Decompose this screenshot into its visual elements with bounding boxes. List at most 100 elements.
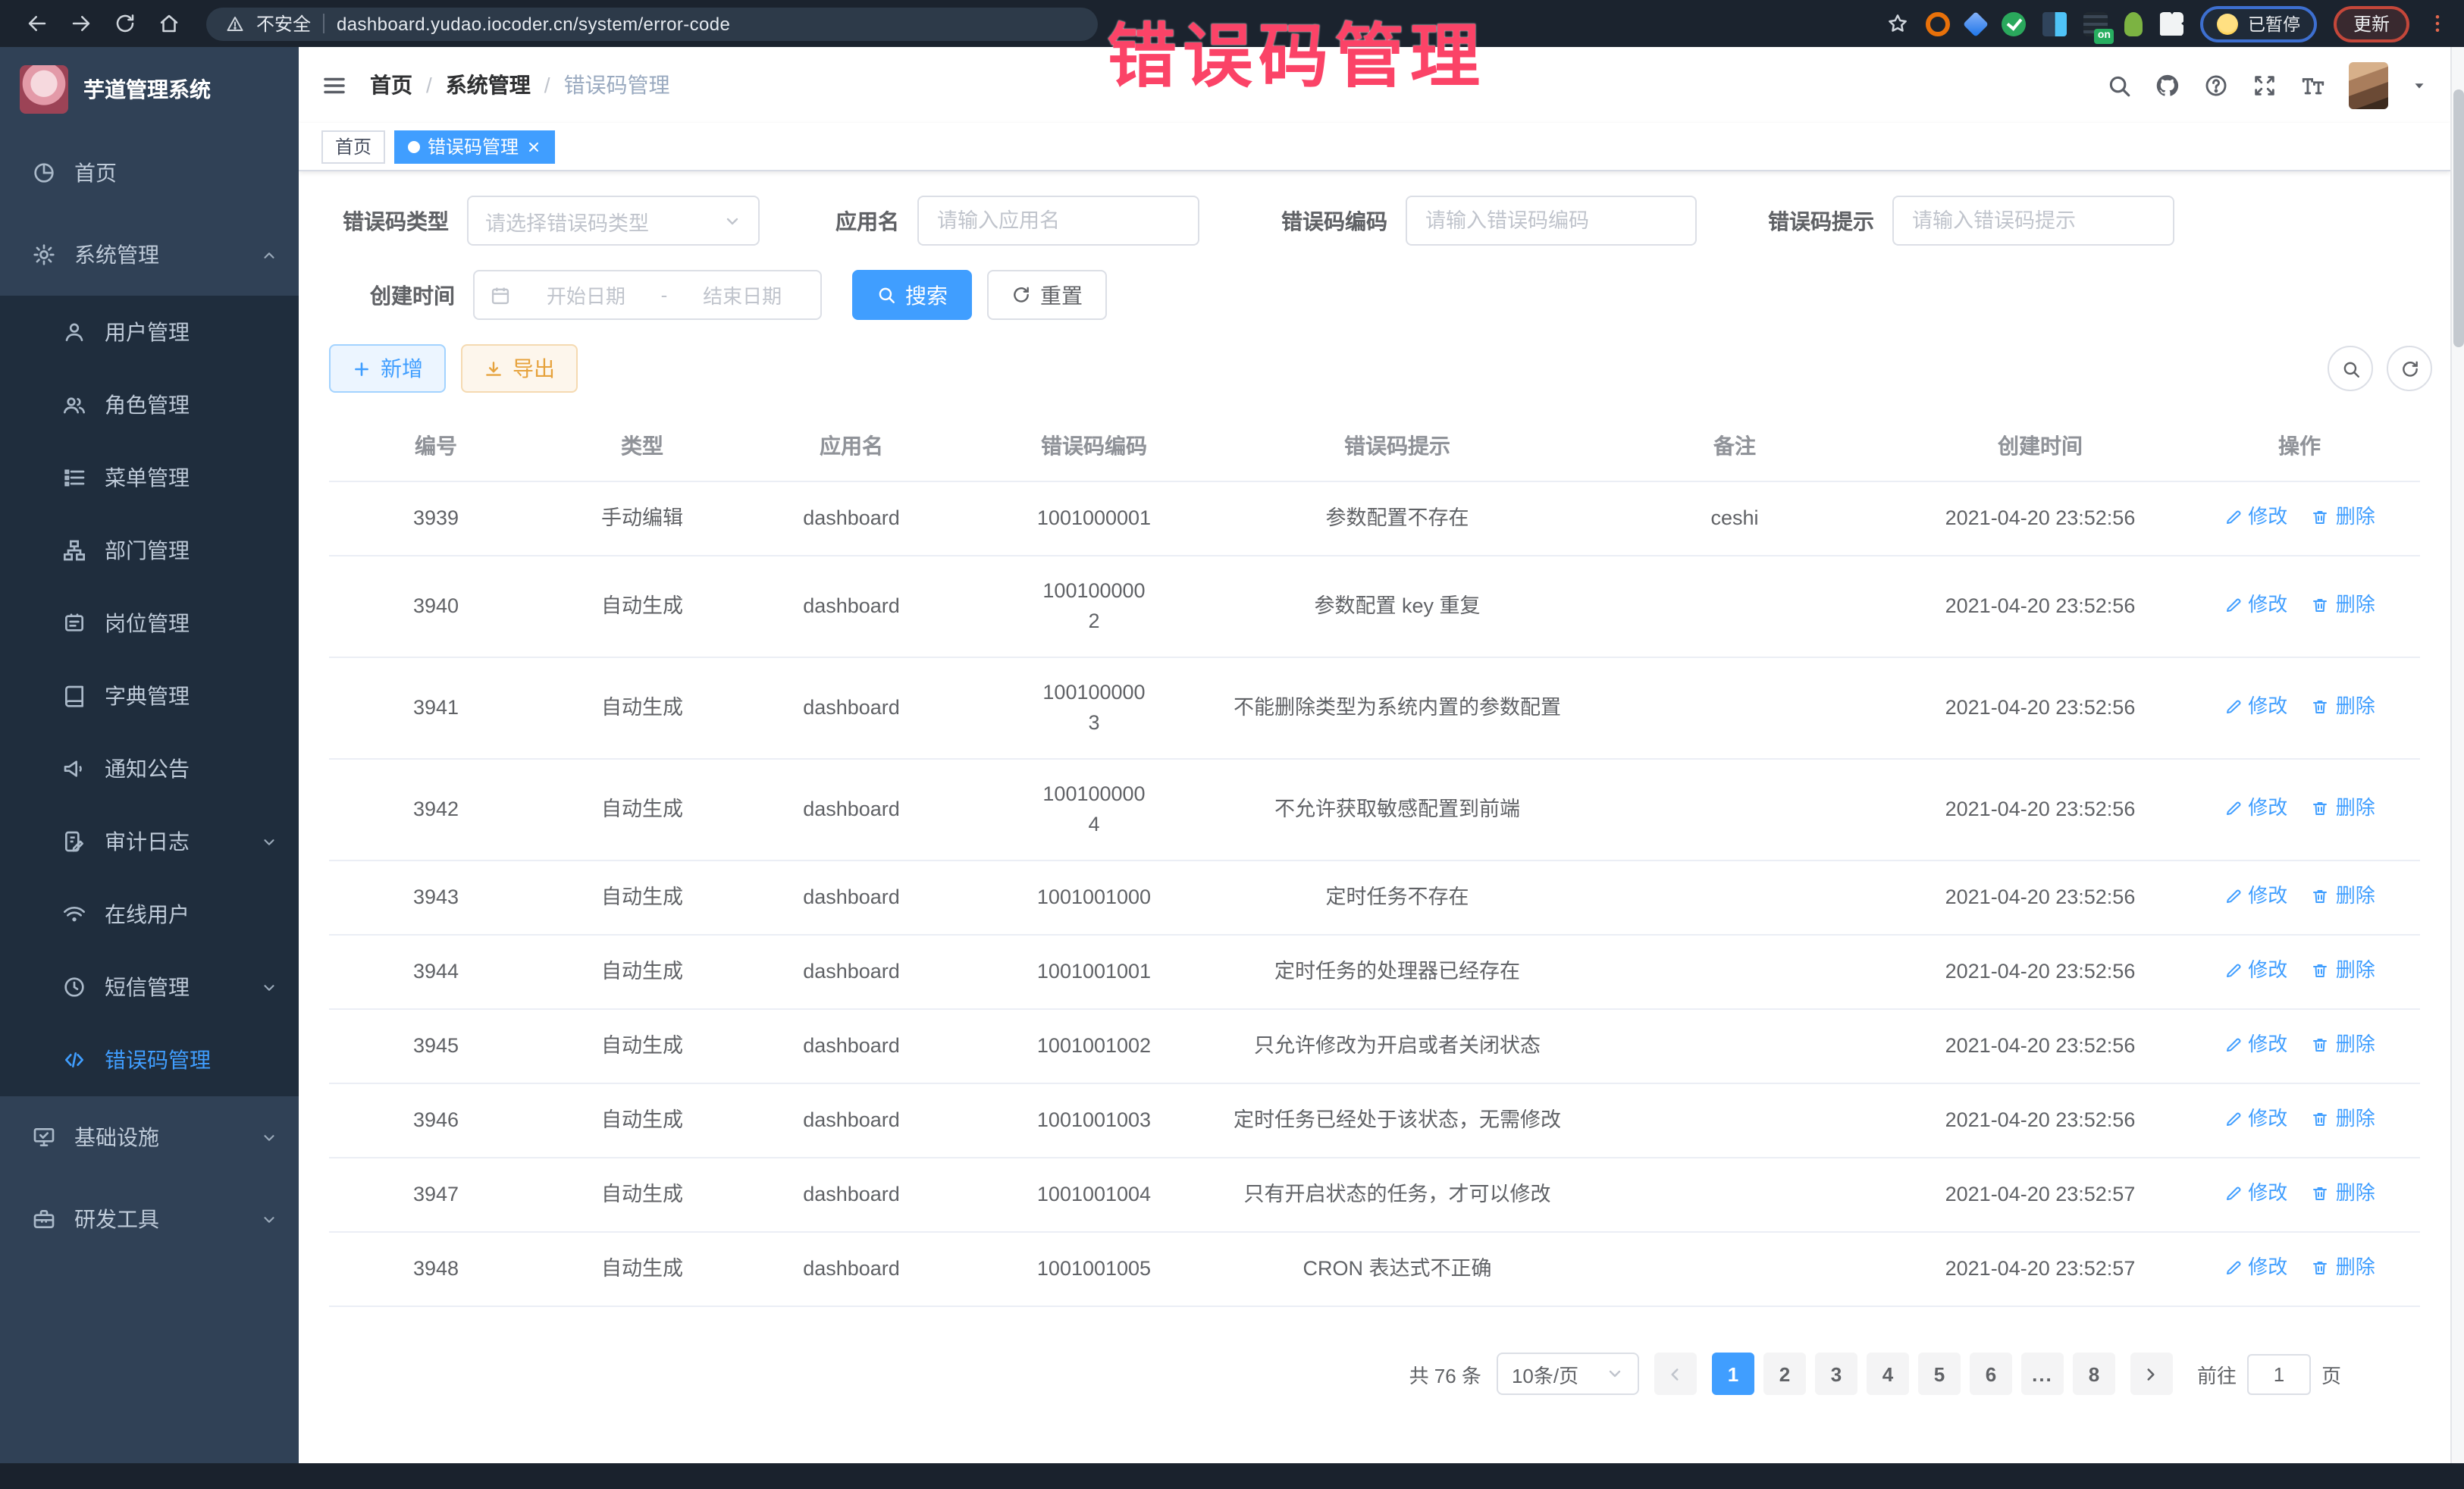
sidebar-item-label: 首页 xyxy=(74,158,117,188)
profile-paused-badge[interactable]: 已暂停 xyxy=(2201,5,2317,42)
browser-scrollbar[interactable] xyxy=(2450,47,2464,1463)
goto-page-input[interactable] xyxy=(2247,1353,2311,1394)
chevron-icon xyxy=(261,833,277,850)
edit-link[interactable]: 修改 xyxy=(2224,1104,2287,1134)
sidebar-item-sms[interactable]: 短信管理 xyxy=(0,951,299,1023)
table-header-cell: 应用名 xyxy=(741,411,961,481)
sidebar-item-post[interactable]: 岗位管理 xyxy=(0,587,299,660)
cell-created-time: 2021-04-20 23:52:56 xyxy=(1901,860,2179,935)
delete-link[interactable]: 删除 xyxy=(2312,691,2375,722)
bookmark-star-icon[interactable] xyxy=(1887,12,1910,35)
font-size-icon[interactable] xyxy=(2300,72,2326,98)
edit-link[interactable]: 修改 xyxy=(2224,955,2287,986)
error-hint-input[interactable] xyxy=(1892,196,2174,246)
browser-update-button[interactable]: 更新 xyxy=(2334,5,2409,42)
browser-menu-icon[interactable] xyxy=(2426,12,2449,35)
reset-button[interactable]: 重置 xyxy=(987,270,1107,320)
browser-back-icon[interactable] xyxy=(26,12,49,35)
edit-link[interactable]: 修改 xyxy=(2224,793,2287,823)
sidebar-item-department[interactable]: 部门管理 xyxy=(0,514,299,587)
extension-switch-icon[interactable]: on xyxy=(2084,11,2108,36)
sidebar-item-dictionary[interactable]: 字典管理 xyxy=(0,660,299,732)
error-type-select[interactable]: 请选择错误码类型 xyxy=(467,196,760,246)
delete-link[interactable]: 删除 xyxy=(2312,881,2375,911)
page-number-button[interactable]: 4 xyxy=(1867,1353,1909,1395)
cell-remark xyxy=(1568,860,1901,935)
page-size-select[interactable]: 10条/页 xyxy=(1497,1353,1639,1395)
app-name-input[interactable] xyxy=(917,196,1199,246)
github-icon[interactable] xyxy=(2155,72,2180,98)
tag[interactable]: 错误码管理 xyxy=(394,130,555,163)
edit-link[interactable]: 修改 xyxy=(2224,590,2287,620)
page-number-button[interactable]: 2 xyxy=(1763,1353,1806,1395)
delete-link[interactable]: 删除 xyxy=(2312,1252,2375,1283)
next-page-button[interactable] xyxy=(2130,1353,2173,1395)
delete-link[interactable]: 删除 xyxy=(2312,1104,2375,1134)
search-button[interactable]: 搜索 xyxy=(852,270,972,320)
page-number-button[interactable]: 5 xyxy=(1918,1353,1961,1395)
delete-link[interactable]: 删除 xyxy=(2312,590,2375,620)
sidebar-item-announcement[interactable]: 通知公告 xyxy=(0,732,299,805)
fullscreen-icon[interactable] xyxy=(2252,72,2277,98)
address-bar[interactable]: 不安全 dashboard.yudao.iocoder.cn/system/er… xyxy=(206,7,1098,40)
help-icon[interactable] xyxy=(2203,72,2229,98)
sidebar-item-infrastructure[interactable]: 基础设施 xyxy=(0,1096,299,1178)
page-number-button[interactable]: 3 xyxy=(1815,1353,1857,1395)
extension-orange-icon[interactable] xyxy=(1926,11,1951,36)
not-secure-warning-icon xyxy=(226,14,244,33)
export-button[interactable]: 导出 xyxy=(461,344,578,393)
tag[interactable]: 首页 xyxy=(321,130,385,163)
edit-link[interactable]: 修改 xyxy=(2224,502,2287,532)
sidebar-item-label: 错误码管理 xyxy=(105,1045,211,1075)
browser-home-icon[interactable] xyxy=(158,12,180,35)
add-button[interactable]: 新增 xyxy=(329,344,446,393)
breadcrumb-home[interactable]: 首页 xyxy=(370,70,412,100)
page-number-button[interactable]: 8 xyxy=(2073,1353,2115,1395)
delete-link[interactable]: 删除 xyxy=(2312,793,2375,823)
edit-link[interactable]: 修改 xyxy=(2224,1252,2287,1283)
sidebar-item-label: 在线用户 xyxy=(105,899,190,929)
error-code-input[interactable] xyxy=(1406,196,1697,246)
page-number-button[interactable]: 1 xyxy=(1712,1353,1754,1395)
extension-green-icon[interactable] xyxy=(2002,11,2027,36)
extension-gem-icon[interactable] xyxy=(1964,11,1989,36)
sidebar-item-role[interactable]: 角色管理 xyxy=(0,368,299,441)
prev-page-button[interactable] xyxy=(1654,1353,1697,1395)
sidebar-item-gear[interactable]: 系统管理 xyxy=(0,214,299,296)
user-avatar[interactable] xyxy=(2349,61,2388,108)
scrollbar-thumb[interactable] xyxy=(2453,89,2464,347)
extensions-puzzle-icon[interactable] xyxy=(2160,11,2184,36)
browser-forward-icon[interactable] xyxy=(70,12,92,35)
chevron-icon xyxy=(261,979,277,995)
edit-pencil-icon xyxy=(2224,799,2242,817)
breadcrumb-system[interactable]: 系统管理 xyxy=(446,70,531,100)
sidebar-item-user[interactable]: 用户管理 xyxy=(0,296,299,368)
edit-link[interactable]: 修改 xyxy=(2224,1178,2287,1208)
tag-close-icon[interactable] xyxy=(526,139,541,154)
sidebar-item-error-code[interactable]: 错误码管理 xyxy=(0,1023,299,1096)
sidebar-item-dashboard[interactable]: 首页 xyxy=(0,132,299,214)
refresh-table-button[interactable] xyxy=(2387,346,2432,391)
extension-key-icon[interactable] xyxy=(2125,11,2143,36)
date-range-picker[interactable]: 开始日期 - 结束日期 xyxy=(473,270,822,320)
toggle-search-button[interactable] xyxy=(2328,346,2373,391)
delete-link[interactable]: 删除 xyxy=(2312,1030,2375,1060)
cell-error-hint: 参数配置不存在 xyxy=(1227,481,1568,556)
delete-link[interactable]: 删除 xyxy=(2312,1178,2375,1208)
edit-link[interactable]: 修改 xyxy=(2224,881,2287,911)
search-icon[interactable] xyxy=(2106,72,2132,98)
browser-reload-icon[interactable] xyxy=(114,12,136,35)
page-number-button[interactable]: 6 xyxy=(1970,1353,2012,1395)
sidebar-item-online-users[interactable]: 在线用户 xyxy=(0,878,299,951)
hamburger-icon[interactable] xyxy=(321,72,347,98)
sidebar-item-audit-log[interactable]: 审计日志 xyxy=(0,805,299,878)
more-pages-button[interactable]: ... xyxy=(2021,1353,2064,1395)
edit-link[interactable]: 修改 xyxy=(2224,691,2287,722)
sidebar-item-menu[interactable]: 菜单管理 xyxy=(0,441,299,514)
delete-link[interactable]: 删除 xyxy=(2312,955,2375,986)
edit-link[interactable]: 修改 xyxy=(2224,1030,2287,1060)
sidebar-item-dev-tools[interactable]: 研发工具 xyxy=(0,1178,299,1260)
delete-link[interactable]: 删除 xyxy=(2312,502,2375,532)
extension-grid-icon[interactable] xyxy=(2043,11,2067,36)
avatar-caret-down-icon[interactable] xyxy=(2411,77,2428,93)
